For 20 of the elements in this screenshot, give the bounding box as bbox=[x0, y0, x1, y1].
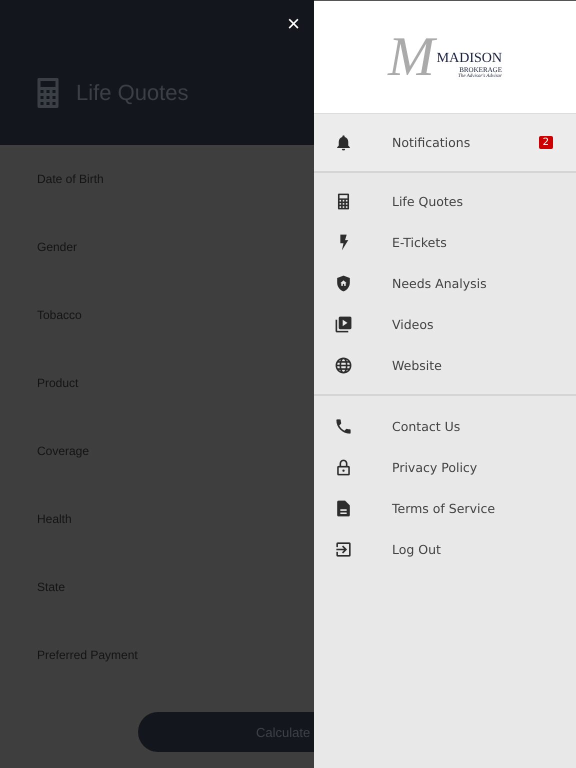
menu-item[interactable]: Terms of Service bbox=[314, 488, 576, 529]
menu-item[interactable]: Privacy Policy bbox=[314, 447, 576, 488]
menu-item[interactable]: Videos bbox=[314, 304, 576, 345]
menu-item[interactable]: Log Out bbox=[314, 529, 576, 570]
bell-icon bbox=[334, 133, 353, 152]
exit-icon bbox=[334, 540, 353, 559]
globe-icon bbox=[334, 356, 353, 375]
phone-icon bbox=[334, 417, 353, 436]
close-button[interactable]: × bbox=[287, 8, 300, 40]
video-library-icon bbox=[334, 315, 353, 334]
document-icon bbox=[334, 499, 353, 518]
menu-item[interactable]: Life Quotes bbox=[314, 181, 576, 222]
padlock-icon bbox=[334, 458, 353, 477]
calculator-icon bbox=[36, 78, 60, 108]
menu-item[interactable]: Contact Us bbox=[314, 406, 576, 447]
menu-item[interactable]: Website bbox=[314, 345, 576, 386]
shield-house-icon bbox=[334, 274, 353, 293]
menu-item[interactable]: E-Tickets bbox=[314, 222, 576, 263]
menu-item[interactable]: Needs Analysis bbox=[314, 263, 576, 304]
notification-badge: 2 bbox=[538, 136, 553, 149]
